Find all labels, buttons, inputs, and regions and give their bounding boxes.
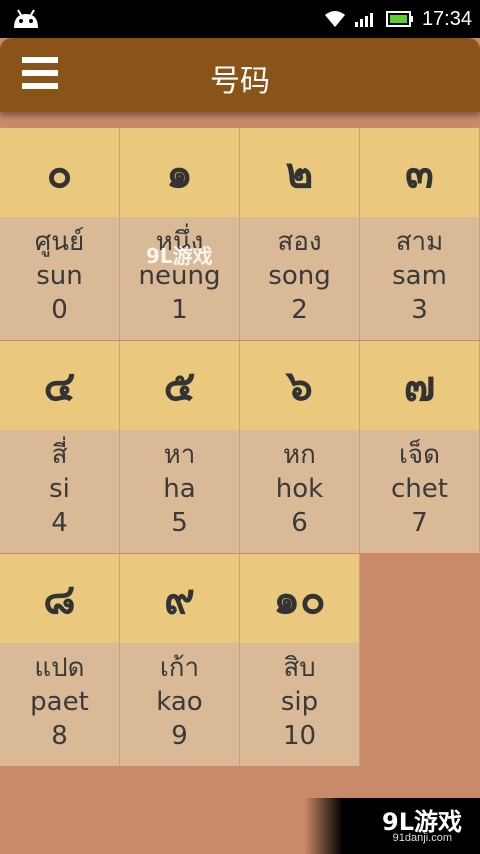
thai-word: เก้า (159, 653, 200, 683)
thai-word: เจ็ด (398, 440, 440, 470)
arabic-number: 3 (411, 295, 428, 325)
romanization: sam (392, 261, 447, 291)
arabic-number: 4 (51, 508, 68, 538)
thai-numeral: ๑๐ (240, 554, 359, 643)
number-cell[interactable]: ๐ศูนย์ sun 0 (0, 128, 120, 340)
arabic-number: 0 (51, 295, 68, 325)
romanization: chet (391, 474, 448, 504)
arabic-number: 8 (51, 721, 68, 751)
thai-numeral: ๓ (360, 128, 479, 217)
romanization: song (268, 261, 331, 291)
watermark-logo: 9L游戏 91danji.com (304, 798, 480, 854)
romanization: kao (156, 687, 203, 717)
thai-word: สี่ (51, 440, 68, 470)
android-icon (14, 9, 38, 28)
app-bar: 号码 (0, 38, 480, 112)
thai-numeral: ๐ (0, 128, 119, 217)
signal-icon (354, 13, 373, 27)
number-words: เจ็ด chet 7 (360, 430, 479, 553)
thai-numeral: ๕ (120, 341, 239, 430)
arabic-number: 6 (291, 508, 308, 538)
thai-word: สาม (395, 227, 444, 257)
number-words: สอง song 2 (240, 217, 359, 340)
number-words: สิบ sip 10 (240, 643, 359, 766)
arabic-number: 9 (171, 721, 188, 751)
number-cell[interactable]: ๓สาม sam 3 (360, 128, 480, 340)
arabic-number: 1 (171, 295, 188, 325)
thai-word: สิบ (283, 653, 316, 683)
number-words: เก้า kao 9 (120, 643, 239, 766)
watermark-overlay: 9L游戏 (146, 244, 213, 268)
number-words: สาม sam 3 (360, 217, 479, 340)
thai-numeral: ๒ (240, 128, 359, 217)
number-cell[interactable]: ๑๐สิบ sip 10 (240, 554, 360, 766)
romanization: sun (36, 261, 83, 291)
arabic-number: 2 (291, 295, 308, 325)
thai-word: แปด (34, 653, 85, 683)
number-words: แปด paet 8 (0, 643, 119, 766)
thai-numeral: ๖ (240, 341, 359, 430)
number-words: หา ha 5 (120, 430, 239, 553)
status-time: 17:34 (421, 7, 472, 30)
number-words: หนึ่ง neung 1 (120, 217, 239, 340)
number-cell[interactable]: ๗เจ็ด chet 7 (360, 341, 480, 553)
thai-numeral: ๔ (0, 341, 119, 430)
number-cell[interactable]: ๕หา ha 5 (120, 341, 240, 553)
thai-word: ศูนย์ (34, 227, 85, 257)
watermark-url: 91danji.com (392, 832, 452, 844)
number-cell[interactable]: ๔สี่ si 4 (0, 341, 120, 553)
thai-word: หา (163, 440, 196, 470)
number-words: หก hok 6 (240, 430, 359, 553)
arabic-number: 10 (282, 721, 317, 751)
arabic-number: 5 (171, 508, 188, 538)
number-cell[interactable]: ๑หนึ่ง neung 1 (120, 128, 240, 340)
page-title: 号码 (210, 64, 270, 99)
battery-icon (385, 11, 413, 27)
number-cell[interactable]: ๙เก้า kao 9 (120, 554, 240, 766)
romanization: hok (275, 474, 324, 504)
number-words: ศูนย์ sun 0 (0, 217, 119, 340)
number-words: สี่ si 4 (0, 430, 119, 553)
thai-numeral: ๑ (120, 128, 239, 217)
romanization: si (49, 474, 70, 504)
romanization: paet (30, 687, 89, 717)
thai-word: หก (283, 440, 316, 470)
wifi-icon (324, 11, 345, 27)
status-bar: 17:34 (0, 0, 480, 38)
number-cell[interactable]: ๒สอง song 2 (240, 128, 360, 340)
number-cell[interactable]: ๖หก hok 6 (240, 341, 360, 553)
number-cell[interactable]: ๘แปด paet 8 (0, 554, 120, 766)
thai-numeral: ๙ (120, 554, 239, 643)
thai-word: สอง (277, 227, 322, 257)
arabic-number: 7 (411, 508, 428, 538)
romanization: ha (163, 474, 196, 504)
romanization: sip (280, 687, 319, 717)
thai-numeral: ๘ (0, 554, 119, 643)
thai-numeral: ๗ (360, 341, 479, 430)
